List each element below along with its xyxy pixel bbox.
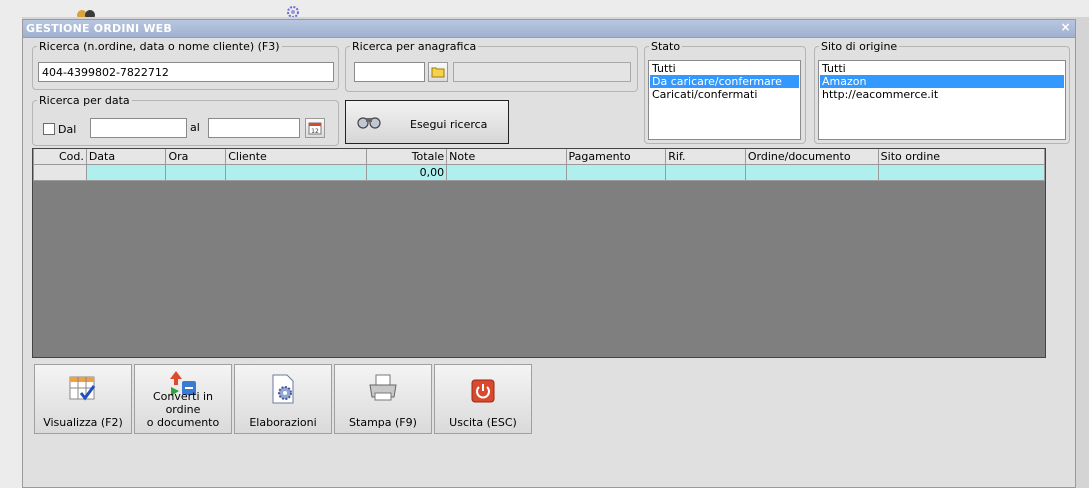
table-header-row: Cod. Data Ora Cliente Totale Note Pagame… bbox=[33, 149, 1045, 165]
process-button[interactable]: Elaborazioni bbox=[234, 364, 332, 434]
date-to-label: al bbox=[190, 121, 200, 134]
registry-description-field bbox=[453, 62, 631, 82]
exit-label: Uscita (ESC) bbox=[449, 416, 517, 429]
date-from-input[interactable] bbox=[90, 118, 187, 138]
desktop-background-left bbox=[0, 0, 22, 488]
table-cell[interactable] bbox=[665, 164, 746, 181]
status-option[interactable]: Tutti bbox=[650, 62, 799, 75]
registry-code-input[interactable] bbox=[354, 62, 425, 82]
column-header-ora[interactable]: Ora bbox=[165, 149, 227, 165]
status-listbox[interactable]: Tutti Da caricare/confermare Caricati/co… bbox=[648, 60, 801, 140]
column-header-cod[interactable]: Cod. bbox=[33, 149, 87, 165]
origin-option[interactable]: http://eacommerce.it bbox=[820, 88, 1064, 101]
folder-icon bbox=[431, 67, 445, 78]
process-label: Elaborazioni bbox=[249, 416, 317, 429]
desktop-background bbox=[0, 0, 1089, 17]
status-option-selected[interactable]: Da caricare/confermare bbox=[650, 75, 799, 88]
binoculars-icon bbox=[357, 117, 381, 129]
table-cell[interactable] bbox=[85, 164, 167, 181]
svg-text:12: 12 bbox=[311, 128, 319, 135]
search-date-legend: Ricerca per data bbox=[39, 94, 130, 107]
origin-legend: Sito di origine bbox=[821, 40, 898, 53]
document-gear-icon bbox=[272, 374, 294, 404]
run-search-label: Esegui ricerca bbox=[410, 118, 488, 131]
close-icon[interactable]: × bbox=[1060, 21, 1071, 33]
column-header-data[interactable]: Data bbox=[85, 149, 167, 165]
convert-label-line1: Converti in ordine bbox=[152, 390, 214, 416]
origin-option[interactable]: Tutti bbox=[820, 62, 1064, 75]
calendar-icon: 12 bbox=[308, 122, 322, 135]
run-search-button[interactable]: Esegui ricerca bbox=[345, 100, 509, 144]
column-header-ordine-documento[interactable]: Ordine/documento bbox=[744, 149, 879, 165]
printer-icon bbox=[369, 374, 397, 401]
date-from-checkbox[interactable] bbox=[43, 123, 55, 135]
date-to-input[interactable] bbox=[208, 118, 300, 138]
view-button[interactable]: Visualizza (F2) bbox=[34, 364, 132, 434]
search-registry-legend: Ricerca per anagrafica bbox=[352, 40, 477, 53]
search-order-input[interactable] bbox=[38, 62, 334, 82]
table-cell[interactable] bbox=[565, 164, 667, 181]
table-cell[interactable] bbox=[165, 164, 227, 181]
convert-label-line2: o documento bbox=[146, 416, 220, 429]
column-header-note[interactable]: Note bbox=[446, 149, 567, 165]
search-order-legend: Ricerca (n.ordine, data o nome cliente) … bbox=[39, 40, 280, 53]
column-header-cliente[interactable]: Cliente bbox=[225, 149, 368, 165]
print-label: Stampa (F9) bbox=[349, 416, 417, 429]
desktop-gear-icon[interactable] bbox=[280, 4, 302, 17]
convert-button[interactable]: Converti in ordine o documento bbox=[134, 364, 232, 434]
table-cell[interactable] bbox=[877, 164, 1045, 181]
orders-window: GESTIONE ORDINI WEB × Ricerca (n.ordine,… bbox=[22, 19, 1076, 488]
column-header-sito-ordine[interactable]: Sito ordine bbox=[877, 149, 1045, 165]
origin-option-selected[interactable]: Amazon bbox=[820, 75, 1064, 88]
print-button[interactable]: Stampa (F9) bbox=[334, 364, 432, 434]
table-cell[interactable] bbox=[33, 164, 87, 181]
grid-check-icon bbox=[69, 376, 96, 401]
table-cell-total[interactable]: 0,00 bbox=[366, 164, 448, 181]
status-legend: Stato bbox=[651, 40, 681, 53]
window-title: GESTIONE ORDINI WEB bbox=[26, 22, 172, 35]
orders-grid[interactable]: Cod. Data Ora Cliente Totale Note Pagame… bbox=[32, 148, 1046, 358]
date-from-label: Dal bbox=[58, 123, 77, 136]
registry-browse-button[interactable] bbox=[428, 62, 448, 82]
orders-table: Cod. Data Ora Cliente Totale Note Pagame… bbox=[33, 149, 1045, 181]
view-label: Visualizza (F2) bbox=[43, 416, 123, 429]
exit-button[interactable]: Uscita (ESC) bbox=[434, 364, 532, 434]
desktop-shortcut-icon[interactable] bbox=[74, 7, 100, 17]
table-cell[interactable] bbox=[225, 164, 368, 181]
column-header-rif[interactable]: Rif. bbox=[665, 149, 746, 165]
origin-listbox[interactable]: Tutti Amazon http://eacommerce.it bbox=[818, 60, 1066, 140]
column-header-pagamento[interactable]: Pagamento bbox=[565, 149, 667, 165]
power-icon bbox=[471, 379, 495, 403]
table-cell[interactable] bbox=[446, 164, 567, 181]
status-option[interactable]: Caricati/confermati bbox=[650, 88, 799, 101]
convert-label: Converti in ordine o documento bbox=[135, 390, 231, 429]
window-titlebar[interactable]: GESTIONE ORDINI WEB × bbox=[23, 20, 1075, 38]
column-header-totale[interactable]: Totale bbox=[366, 149, 448, 165]
table-cell[interactable] bbox=[744, 164, 879, 181]
date-picker-button[interactable]: 12 bbox=[305, 118, 325, 138]
table-row[interactable]: 0,00 bbox=[33, 164, 1045, 181]
